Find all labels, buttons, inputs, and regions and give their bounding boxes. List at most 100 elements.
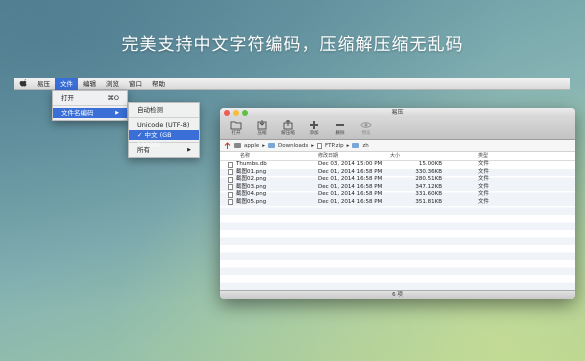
menu-window[interactable]: 窗口 — [124, 78, 147, 90]
headline: 完美支持中文字符编码，压缩解压缩无乱码 — [121, 35, 464, 55]
path-segment-downloads[interactable]: Downloads — [278, 143, 308, 149]
column-kind[interactable]: 类型 — [478, 152, 538, 160]
file-size: 331.60KB — [415, 191, 442, 197]
menu-edit[interactable]: 编辑 — [78, 78, 101, 90]
toolbar: 打开 压缩 解压缩 添加 删除 预览 — [220, 118, 575, 140]
file-kind: 文件 — [478, 168, 490, 175]
menu-item-filename-encoding-label: 文件名编码 — [61, 109, 94, 117]
eye-icon — [360, 122, 372, 128]
file-icon — [228, 199, 233, 206]
minimize-button[interactable] — [233, 110, 239, 116]
column-date[interactable]: 修改日期 — [318, 152, 390, 160]
toolbar-compress-button[interactable]: 压缩 — [249, 118, 275, 136]
toolbar-add-label: 添加 — [309, 131, 319, 136]
window-titlebar[interactable]: 易压 — [220, 108, 575, 118]
path-segment-apple[interactable]: apple — [244, 143, 259, 149]
table-row[interactable]: 截图02.png Dec 01, 2014 16:58 PM 280.51KB … — [220, 176, 575, 184]
file-size: 347.12KB — [415, 183, 442, 190]
table-row[interactable]: 截图04.png Dec 01, 2014 16:58 PM 331.60KB … — [220, 191, 575, 199]
menu-item-utf8[interactable]: Unicode (UTF-8) — [129, 120, 199, 130]
column-header: 名称 修改日期 大小 类型 — [220, 152, 575, 161]
folder-icon — [352, 143, 360, 148]
menu-browse[interactable]: 浏览 — [101, 78, 124, 90]
menu-bar: 易压 文件 编辑 浏览 窗口 帮助 — [14, 77, 570, 90]
file-kind: 文件 — [478, 183, 490, 190]
toolbar-extract-label: 解压缩 — [281, 131, 295, 136]
plus-icon — [310, 121, 318, 129]
window-controls — [224, 110, 248, 116]
file-name: 截图01.png — [236, 168, 267, 175]
folder-icon — [230, 121, 242, 130]
file-name: 截图03.png — [236, 183, 267, 190]
file-size: 15.00KB — [418, 161, 442, 167]
table-row[interactable]: 截图05.png Dec 01, 2014 16:58 PM 351.81KB … — [220, 198, 575, 206]
menu-item-open-shortcut: ⌘O — [107, 94, 119, 102]
file-kind: 文件 — [478, 176, 490, 182]
path-segment-zh[interactable]: zh — [362, 143, 368, 149]
file-date: Dec 01, 2014 16:58 PM — [318, 168, 383, 175]
toolbar-compress-label: 压缩 — [257, 131, 267, 136]
submenu-arrow-icon: ▶ — [187, 147, 191, 153]
apple-icon — [19, 78, 27, 86]
menu-item-filename-encoding[interactable]: 文件名编码 ▶ — [53, 108, 127, 118]
home-icon — [234, 143, 241, 148]
chevron-right-icon: ▸ — [311, 142, 315, 149]
menu-item-gb18030[interactable]: ✓ 中文 (GB 18030) — [129, 130, 199, 149]
file-kind: 文件 — [478, 161, 490, 167]
file-date: Dec 01, 2014 16:58 PM — [318, 191, 383, 197]
apple-menu[interactable] — [14, 78, 32, 90]
menu-file[interactable]: 文件 — [55, 77, 78, 90]
menu-item-auto-detect[interactable]: 自动检测 — [129, 105, 199, 115]
toolbar-open-button[interactable]: 打开 — [223, 118, 249, 136]
up-arrow-icon[interactable] — [224, 142, 231, 149]
file-date: Dec 01, 2014 16:58 PM — [318, 198, 383, 205]
toolbar-add-button[interactable]: 添加 — [301, 118, 327, 136]
file-icon — [228, 184, 233, 191]
menu-separator — [53, 105, 127, 106]
file-icon — [228, 191, 233, 198]
file-size: 351.81KB — [415, 198, 442, 205]
file-kind: 文件 — [478, 191, 490, 197]
menu-item-auto-detect-label: 自动检测 — [137, 106, 163, 114]
folder-icon — [268, 143, 276, 148]
file-list: Thumbs.db Dec 03, 2014 15:00 PM 15.00KB … — [220, 161, 575, 206]
menu-separator — [129, 117, 199, 118]
file-icon — [228, 161, 233, 168]
table-row[interactable]: Thumbs.db Dec 03, 2014 15:00 PM 15.00KB … — [220, 161, 575, 169]
file-name: 截图05.png — [236, 198, 267, 205]
file-name: Thumbs.db — [236, 161, 267, 167]
close-button[interactable] — [224, 110, 230, 116]
app-window: 易压 打开 压缩 解压缩 添加 删除 预览 apple ▸ Downloads … — [220, 108, 575, 299]
zoom-button[interactable] — [242, 110, 248, 116]
zip-file-icon — [317, 142, 323, 149]
delete-icon — [336, 124, 344, 126]
menu-help[interactable]: 帮助 — [147, 78, 170, 90]
file-icon — [228, 176, 233, 183]
toolbar-preview-button[interactable]: 预览 — [353, 118, 379, 136]
path-segment-zip[interactable]: FTP.zip — [325, 143, 344, 149]
menu-item-all-label: 所有 — [137, 146, 150, 154]
file-icon — [228, 169, 233, 176]
window-title: 易压 — [391, 109, 404, 116]
toolbar-open-label: 打开 — [231, 131, 241, 136]
toolbar-preview-label: 预览 — [361, 131, 371, 136]
table-row[interactable]: 截图03.png Dec 01, 2014 16:58 PM 347.12KB … — [220, 183, 575, 191]
menu-yiya[interactable]: 易压 — [32, 78, 55, 90]
file-date: Dec 03, 2014 15:00 PM — [318, 161, 383, 167]
menu-item-open[interactable]: 打开 ⌘O — [53, 93, 127, 103]
file-kind: 文件 — [478, 198, 490, 205]
file-name: 截图02.png — [236, 176, 267, 182]
compress-icon — [257, 120, 267, 130]
submenu-arrow-icon: ▶ — [115, 110, 119, 116]
column-size[interactable]: 大小 — [390, 152, 478, 160]
menu-item-open-label: 打开 — [61, 94, 74, 102]
toolbar-extract-button[interactable]: 解压缩 — [275, 118, 301, 136]
table-row[interactable]: 截图01.png Dec 01, 2014 16:58 PM 330.36KB … — [220, 168, 575, 176]
menu-item-all[interactable]: 所有 ▶ — [129, 145, 199, 155]
column-name[interactable]: 名称 — [220, 152, 318, 160]
menu-item-gb18030-label: ✓ 中文 (GB 18030) — [137, 131, 172, 149]
toolbar-delete-button[interactable]: 删除 — [327, 118, 353, 136]
chevron-right-icon: ▸ — [346, 142, 350, 149]
extract-icon — [283, 120, 293, 130]
file-size: 330.36KB — [415, 168, 442, 175]
